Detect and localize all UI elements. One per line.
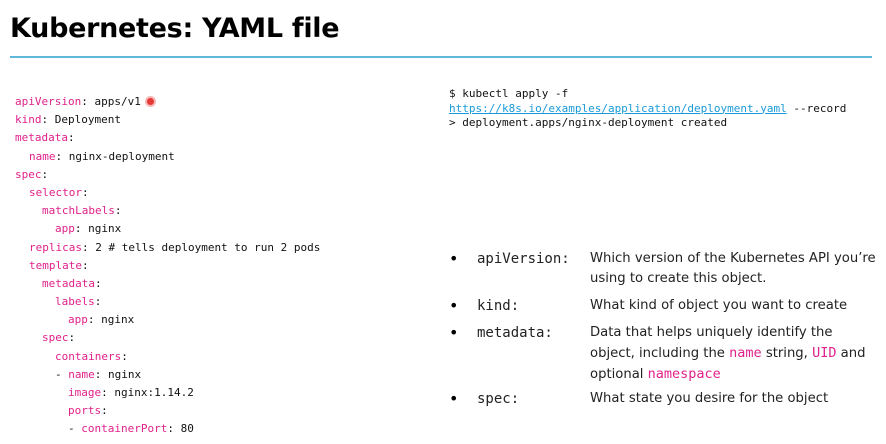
yaml-value: Deployment bbox=[48, 113, 121, 127]
yaml-line: replicas: 2 # tells deployment to run 2 … bbox=[15, 239, 320, 257]
yaml-colon: : bbox=[81, 185, 89, 199]
yaml-value: nginx bbox=[101, 367, 142, 381]
desc-spec: What state you desire for the object bbox=[590, 391, 829, 406]
command-url-line: https://k8s.io/examples/application/depl… bbox=[449, 102, 846, 117]
title-divider bbox=[10, 56, 872, 58]
yaml-value: 80 bbox=[173, 422, 194, 436]
bullet-icon: • bbox=[449, 249, 459, 268]
yaml-code-block: apiVersion: apps/v1 kind: Deployment met… bbox=[15, 93, 320, 439]
yaml-key: app bbox=[55, 222, 75, 236]
yaml-line: image: nginx:1.14.2 bbox=[15, 384, 320, 402]
yaml-key: selector bbox=[29, 185, 82, 199]
yaml-colon: : bbox=[101, 386, 108, 399]
yaml-key: name bbox=[29, 149, 56, 163]
yaml-key: template bbox=[29, 258, 82, 272]
command-line: $ kubectl apply -f bbox=[449, 87, 569, 100]
yaml-line: app: nginx bbox=[15, 311, 320, 329]
yaml-key: containers bbox=[55, 349, 122, 363]
keyword-uid: UID bbox=[812, 345, 837, 361]
yaml-colon: : bbox=[81, 95, 88, 108]
yaml-line: template: bbox=[15, 257, 320, 275]
bullet-icon: • bbox=[449, 296, 459, 315]
yaml-colon: : bbox=[67, 131, 75, 145]
term-apiversion: apiVersion: bbox=[477, 251, 570, 267]
yaml-key: metadata bbox=[42, 276, 95, 290]
yaml-key: replicas bbox=[29, 240, 82, 254]
yaml-colon: : bbox=[68, 331, 76, 345]
bullet-icon: • bbox=[449, 389, 459, 408]
yaml-key: apiVersion bbox=[15, 95, 82, 108]
yaml-line: - containerPort: 80 bbox=[15, 420, 320, 438]
yaml-value: nginx:1.14.2 bbox=[107, 386, 194, 399]
keyword-namespace: namespace bbox=[647, 366, 721, 382]
yaml-colon: : bbox=[74, 222, 82, 236]
yaml-line: matchLabels: bbox=[15, 202, 320, 220]
yaml-line: containers: bbox=[15, 348, 320, 366]
yaml-colon: : bbox=[81, 258, 89, 272]
yaml-line: spec: bbox=[15, 329, 320, 347]
yaml-dash: - bbox=[68, 422, 82, 436]
yaml-line: metadata: bbox=[15, 275, 320, 293]
yaml-colon: : bbox=[87, 313, 95, 327]
yaml-colon: : bbox=[94, 276, 102, 290]
yaml-key: containerPort bbox=[81, 422, 168, 436]
term-metadata: metadata: bbox=[477, 325, 553, 341]
cursor-dot-icon bbox=[146, 97, 154, 105]
page-title: Kubernetes: YAML file bbox=[10, 13, 340, 44]
yaml-value: nginx bbox=[94, 313, 135, 327]
yaml-line: selector: bbox=[15, 184, 320, 202]
yaml-line: app: nginx bbox=[15, 220, 320, 238]
yaml-dash: - bbox=[55, 367, 69, 381]
command-output: > deployment.apps/nginx-deployment creat… bbox=[449, 116, 728, 129]
yaml-colon: : bbox=[121, 349, 128, 363]
yaml-key: metadata bbox=[15, 131, 68, 145]
record-flag: --record bbox=[786, 101, 847, 115]
yaml-colon: : bbox=[114, 204, 122, 218]
yaml-value: nginx bbox=[81, 222, 122, 236]
deployment-yaml-link[interactable]: https://k8s.io/examples/application/depl… bbox=[449, 102, 787, 115]
term-spec: spec: bbox=[477, 391, 520, 407]
bullet-icon: • bbox=[449, 323, 459, 342]
yaml-value: nginx-deployment bbox=[62, 149, 175, 163]
yaml-key: kind bbox=[15, 113, 42, 127]
yaml-key: app bbox=[68, 313, 88, 327]
yaml-key: image bbox=[68, 386, 102, 399]
yaml-colon: : bbox=[41, 167, 49, 181]
kubectl-command-block: $ kubectl apply -f https://k8s.io/exampl… bbox=[449, 87, 846, 131]
yaml-colon: : bbox=[81, 240, 89, 254]
yaml-colon: : bbox=[101, 404, 108, 418]
yaml-key: ports bbox=[68, 404, 102, 418]
yaml-colon: : bbox=[94, 295, 102, 309]
yaml-line: metadata: bbox=[15, 129, 320, 147]
yaml-line: spec: bbox=[15, 166, 320, 184]
yaml-key: spec bbox=[42, 331, 69, 345]
yaml-value: apps/v1 bbox=[87, 95, 141, 108]
yaml-key: labels bbox=[55, 295, 95, 309]
yaml-line: - name: nginx bbox=[15, 366, 320, 384]
yaml-value: 2 # tells deployment to run 2 pods bbox=[88, 240, 321, 254]
keyword-name: name bbox=[729, 345, 762, 361]
yaml-colon: : bbox=[167, 422, 174, 436]
yaml-line: name: nginx-deployment bbox=[15, 148, 320, 166]
desc-kind: What kind of object you want to create bbox=[590, 298, 848, 313]
yaml-line: apiVersion: apps/v1 bbox=[15, 93, 320, 111]
yaml-key: name bbox=[68, 367, 95, 381]
desc-metadata: Data that helps uniquely identify the ob… bbox=[590, 323, 880, 385]
yaml-line: kind: Deployment bbox=[15, 111, 320, 129]
yaml-line: ports: bbox=[15, 402, 320, 420]
desc-apiversion: Which version of the Kubernetes API you’… bbox=[590, 251, 876, 286]
desc-metadata-text-b: string, bbox=[761, 346, 813, 361]
term-kind: kind: bbox=[477, 298, 520, 314]
yaml-line: labels: bbox=[15, 293, 320, 311]
yaml-key: matchLabels bbox=[42, 204, 115, 218]
yaml-key: spec bbox=[15, 167, 42, 181]
